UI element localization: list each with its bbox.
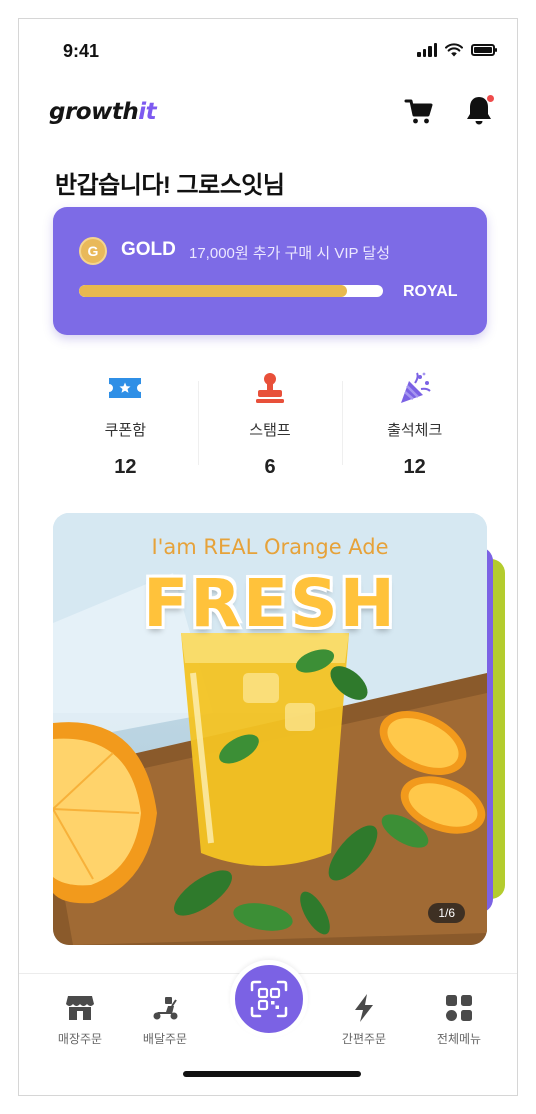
lightning-icon [348, 992, 380, 1024]
app-logo[interactable]: growthit [49, 99, 157, 125]
notification-bell[interactable] [463, 93, 495, 127]
stamp-icon [251, 369, 289, 407]
greeting-title: 반갑습니다! 그로스잇님 [55, 172, 285, 199]
tab-all-menu[interactable]: 전체메뉴 [424, 992, 494, 1047]
cart-icon[interactable] [403, 95, 435, 127]
stat-value: 12 [114, 456, 137, 478]
bottom-tab-bar: 매장주문 배달주문 간편주문 전체메뉴 [19, 960, 517, 1095]
banner-headline: FRESH [143, 565, 397, 642]
grade-upgrade-note: 17,000원 추가 구매 시 VIP 달성 [189, 245, 391, 262]
scooter-icon [149, 992, 181, 1024]
battery-icon [471, 44, 497, 56]
status-time: 9:41 [63, 41, 100, 61]
grade-progress-fill [79, 285, 347, 297]
party-popper-icon [396, 369, 434, 407]
tab-label: 매장주문 [57, 1032, 103, 1046]
stat-label: 스탬프 [249, 422, 291, 439]
qr-code-icon [250, 980, 288, 1018]
grade-badge-icon: G [79, 237, 107, 265]
grade-label: GOLD [121, 239, 176, 260]
phone-screen: 9:41 growthit 반갑습니다! 그로스잇님 G GOLD 17,000… [18, 18, 518, 1096]
stat-coupons[interactable]: 쿠폰함 12 [53, 359, 198, 489]
membership-card[interactable]: G GOLD 17,000원 추가 구매 시 VIP 달성 ROYAL [53, 207, 487, 335]
stat-attendance[interactable]: 출석체크 12 [342, 359, 487, 489]
home-indicator [183, 1071, 361, 1077]
stat-value: 12 [403, 456, 426, 478]
ticket-icon [106, 369, 144, 407]
tab-quick-order[interactable]: 간편주문 [329, 992, 399, 1047]
wifi-icon [445, 43, 463, 57]
tab-label: 간편주문 [341, 1032, 387, 1046]
promo-banner[interactable]: I'am REAL Orange Ade FRESH 1/6 [53, 513, 487, 945]
signal-icon [417, 43, 437, 57]
stat-label: 쿠폰함 [104, 422, 147, 439]
benefit-stats: 쿠폰함 12 스탬프 6 출석체크 12 [53, 359, 487, 489]
notification-badge [487, 95, 494, 102]
banner-page-counter: 1/6 [428, 903, 465, 923]
qr-scan-button[interactable] [230, 960, 308, 1038]
store-icon [64, 992, 96, 1024]
banner-tagline: I'am REAL Orange Ade [151, 535, 389, 559]
next-grade-label: ROYAL [403, 283, 458, 300]
stat-label: 출석체크 [387, 422, 443, 439]
tab-store-order[interactable]: 매장주문 [45, 992, 115, 1047]
grid-menu-icon [443, 992, 475, 1024]
tab-label: 배달주문 [142, 1032, 188, 1046]
status-icons [417, 43, 497, 57]
stat-value: 6 [264, 456, 276, 478]
stat-stamps[interactable]: 스탬프 6 [197, 359, 343, 489]
tab-label: 전체메뉴 [436, 1032, 482, 1046]
grade-progress-bar [79, 285, 383, 297]
tab-delivery-order[interactable]: 배달주문 [130, 992, 200, 1047]
